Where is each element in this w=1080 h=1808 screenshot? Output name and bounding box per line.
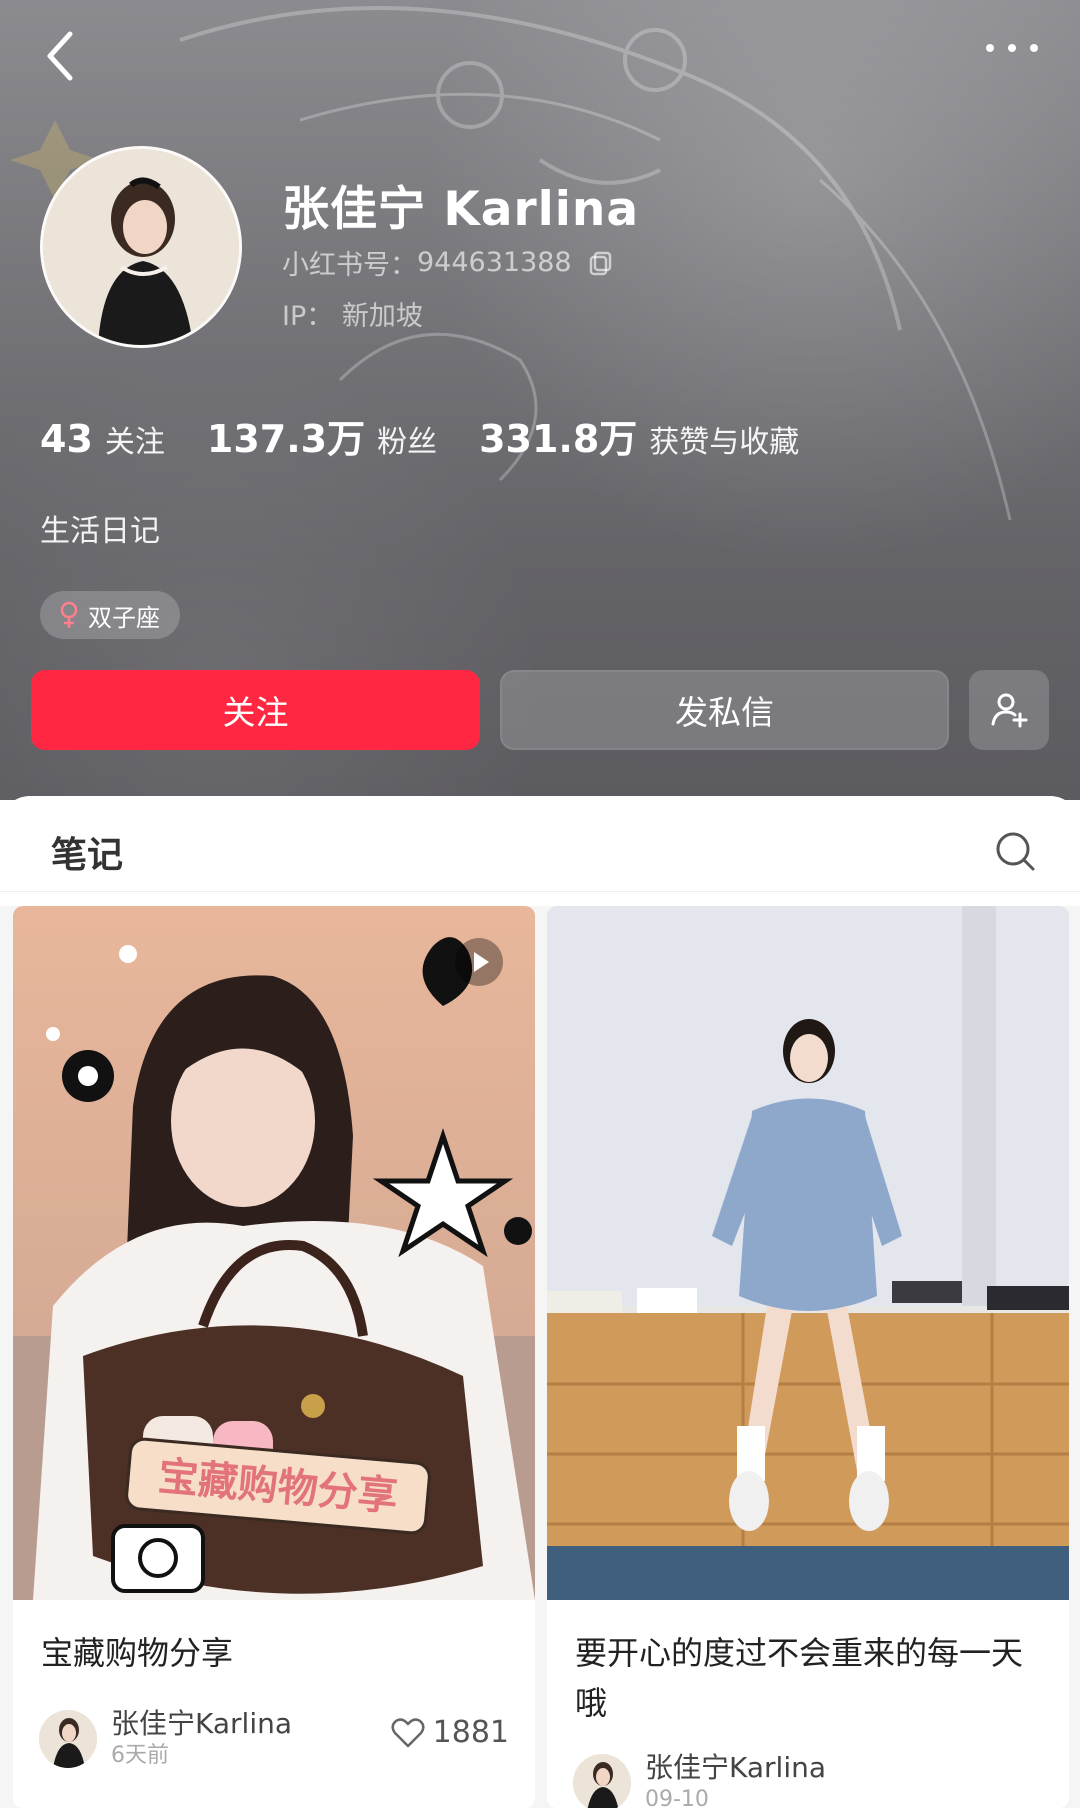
profile-name: 张佳宁 Karlina [282,182,640,237]
stat-following-count: 43 [40,417,93,461]
author-name: 张佳宁Karlina [645,1751,827,1784]
avatar[interactable] [40,146,242,348]
back-icon[interactable] [40,28,80,84]
zodiac-tag-label: 双子座 [88,603,160,632]
notes-feed: 宝藏购物分享 宝藏购物分享 张佳宁Karlina 6天前 1881 要开心的度过… [0,906,1080,1808]
profile-id-value: 944631388 [417,247,572,278]
profile-id-label: 小红书号： [282,250,417,281]
play-icon [455,938,503,986]
profile-bio: 生活日记 [40,514,160,549]
stat-likes-label: 获赞与收藏 [649,425,800,460]
profile-stats: 43 关注 137.3万 粉丝 331.8万 获赞与收藏 [40,408,841,463]
author-info: 张佳宁Karlina 6天前 [111,1707,292,1771]
author-avatar[interactable] [39,1710,97,1768]
avatar-photo [43,149,239,345]
note-time: 6天前 [111,1743,169,1768]
stat-likes-count: 331.8万 [479,417,638,461]
stat-following-label: 关注 [104,425,165,460]
author-name: 张佳宁Karlina [111,1707,293,1740]
profile-ip-value: 新加坡 [341,301,423,332]
stat-followers-count: 137.3万 [206,417,366,461]
note-author[interactable]: 张佳宁Karlina 6天前 [39,1707,292,1771]
note-time: 09-10 [645,1787,709,1808]
message-button[interactable]: 发私信 [500,670,949,750]
search-icon[interactable] [994,830,1036,872]
copy-icon[interactable] [588,250,614,276]
stat-followers[interactable]: 137.3万 粉丝 [207,408,437,463]
profile-header: 张佳宁 Karlina 小红书号： 944631388 IP： 新加坡 43 关… [0,0,1080,800]
note-title: 要开心的度过不会重来的每一天哦 [575,1634,1024,1722]
notes-section: 笔记 宝藏购物分享 宝藏购物分享 张佳宁Karlina 6天前 1881 要开心… [0,796,1080,1808]
heart-icon [391,1717,425,1747]
stat-following[interactable]: 43 关注 [40,417,165,461]
zodiac-tag: 双子座 [40,591,180,639]
note-cover-illustration: 宝藏购物分享 [13,906,535,1600]
profile-ip-line: IP： 新加坡 [282,294,423,333]
tab-bar: 笔记 [0,796,1080,892]
author-info: 张佳宁Karlina 09-10 [645,1751,826,1808]
note-cover-photo [547,906,1069,1600]
like-button[interactable]: 1881 [391,1715,509,1750]
profile-id-line: 小红书号： 944631388 [282,243,614,282]
more-icon[interactable] [982,36,1042,60]
note-title: 宝藏购物分享 [41,1634,234,1672]
author-avatar-photo [573,1754,631,1808]
like-count: 1881 [432,1715,509,1750]
note-card[interactable]: 宝藏购物分享 宝藏购物分享 张佳宁Karlina 6天前 1881 [13,906,535,1808]
stat-followers-label: 粉丝 [377,425,438,460]
author-avatar-photo [39,1710,97,1768]
profile-ip-label: IP： [282,301,334,332]
add-friend-button[interactable] [969,670,1049,750]
note-author[interactable]: 张佳宁Karlina 09-10 [573,1751,826,1808]
note-cover-image[interactable]: 宝藏购物分享 [13,906,535,1600]
follow-button[interactable]: 关注 [31,670,480,750]
stat-likes-collects[interactable]: 331.8万 获赞与收藏 [479,408,799,463]
note-cover-image[interactable] [547,906,1069,1600]
note-card[interactable]: 要开心的度过不会重来的每一天哦 张佳宁Karlina 09-10 [547,906,1069,1808]
female-icon [60,601,78,628]
tab-notes[interactable]: 笔记 [51,826,123,878]
add-user-icon [991,693,1028,728]
author-avatar[interactable] [573,1754,631,1808]
